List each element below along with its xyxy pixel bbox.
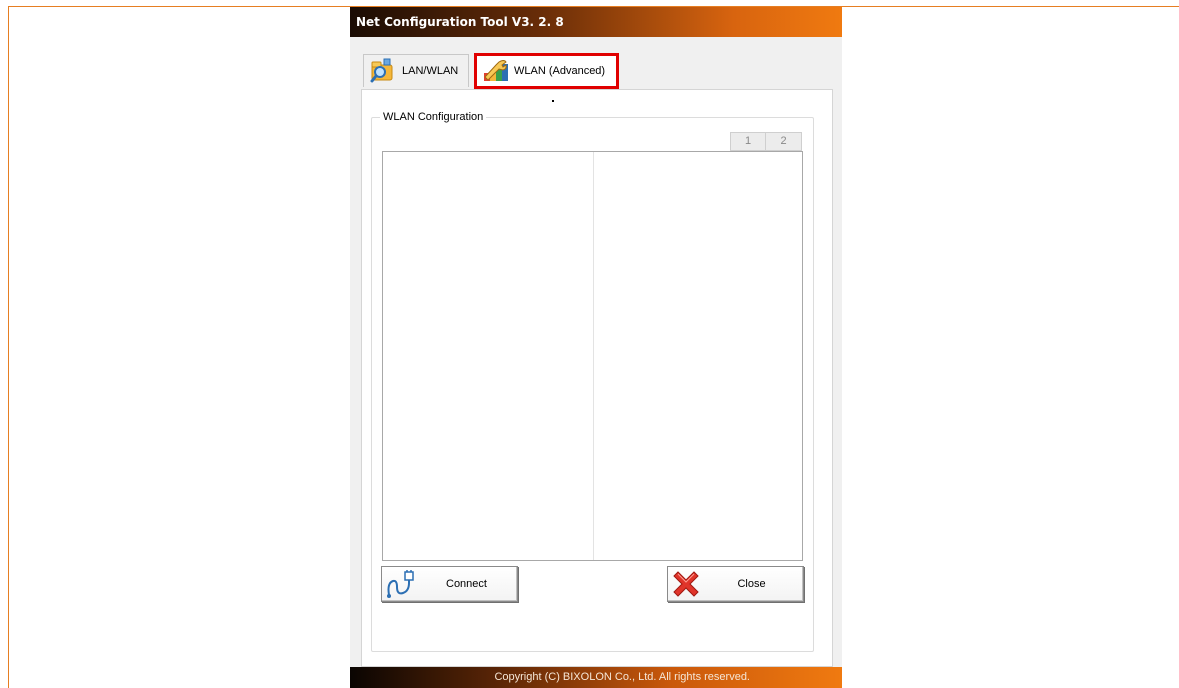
connect-label: Connect [446,578,487,590]
group-legend: WLAN Configuration [380,110,487,124]
configuration-list[interactable] [382,151,803,561]
close-button[interactable]: Close [667,566,804,602]
copyright-text: Copyright (C) BIXOLON Co., Ltd. All righ… [494,671,750,683]
wrench-config-icon [482,57,510,86]
tab-lan-wlan-label: LAN/WLAN [402,65,459,77]
page-button-1[interactable]: 1 [730,132,766,151]
window-title-bar: Net Configuration Tool V3. 2. 8 [350,7,842,37]
window-title: Net Configuration Tool V3. 2. 8 [356,15,564,29]
focus-dot [552,100,554,102]
connect-button[interactable]: Connect [381,566,518,602]
footer-bar: Copyright (C) BIXOLON Co., Ltd. All righ… [350,667,842,688]
app-window: Net Configuration Tool V3. 2. 8 LAN/WLAN [350,7,842,688]
tab-wlan-advanced[interactable]: WLAN (Advanced) [474,53,619,89]
close-label: Close [737,578,766,590]
tab-strip: LAN/WLAN WLAN (Advanced) [350,47,842,93]
folder-magnifier-icon [370,57,396,86]
tab-lan-wlan[interactable]: LAN/WLAN [363,54,469,87]
column-divider [593,152,594,560]
tab-wlan-advanced-label: WLAN (Advanced) [514,65,606,77]
page-button-2[interactable]: 2 [766,132,802,151]
page-selector: 1 2 [730,132,802,151]
